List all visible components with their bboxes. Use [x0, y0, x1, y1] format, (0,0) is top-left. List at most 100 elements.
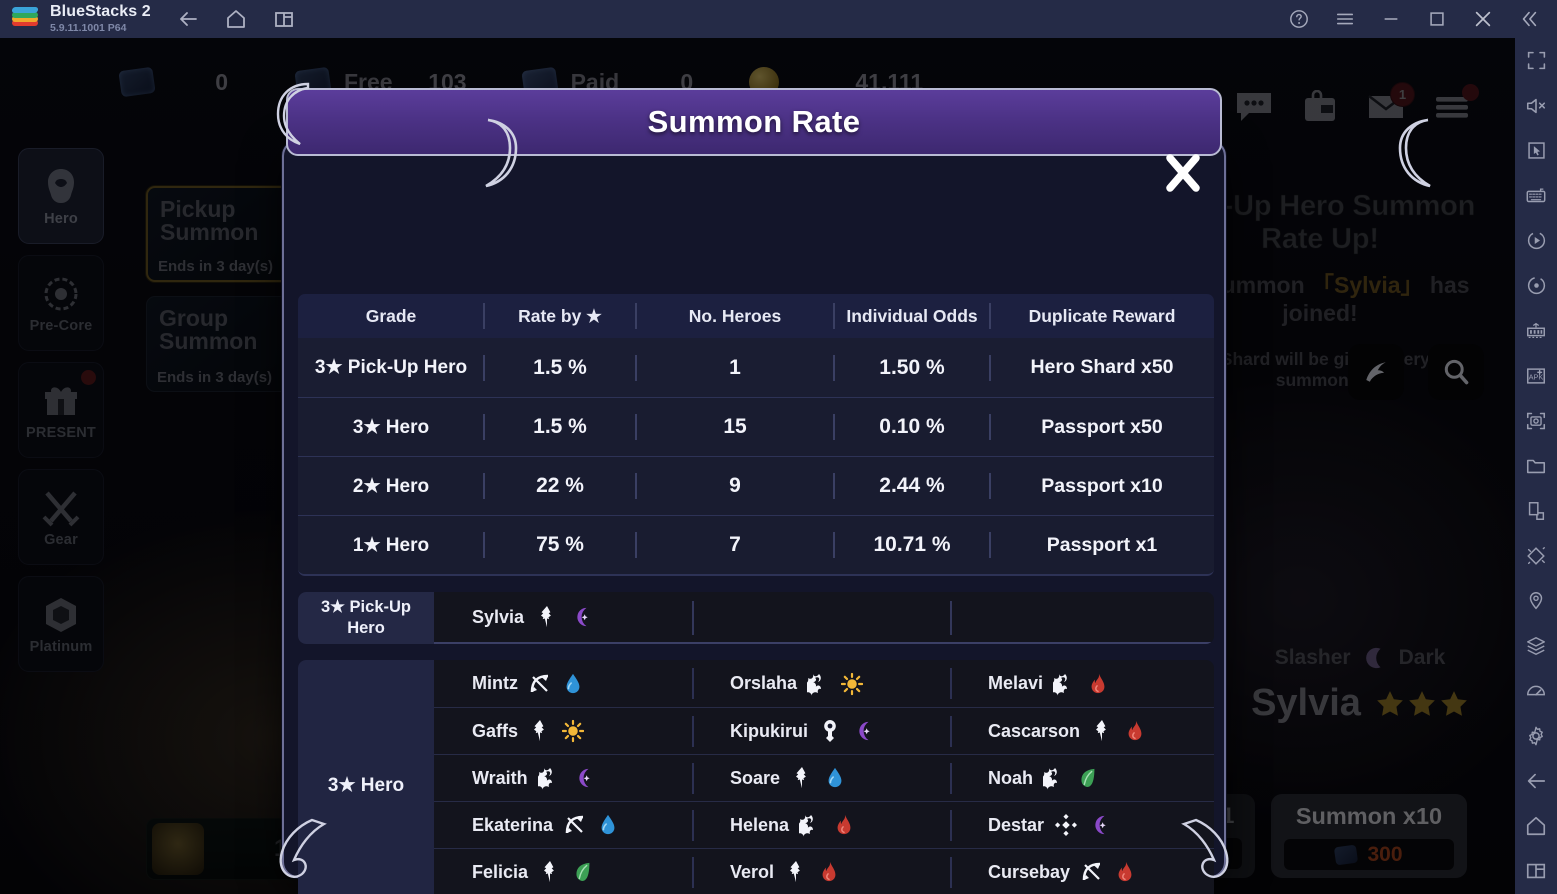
- page-title: Summon Rate: [647, 104, 861, 139]
- hero-entry[interactable]: Mintz: [434, 660, 692, 707]
- element-fire-icon: [1124, 719, 1146, 743]
- fullscreen-tool[interactable]: [1515, 38, 1557, 83]
- window-controls: [1289, 9, 1539, 29]
- screen-root: Hero Pre-Core PRESENT Gear: [0, 0, 1557, 894]
- hero-entry[interactable]: Melavi: [950, 660, 1208, 707]
- element-water-icon: [562, 672, 584, 696]
- back-tool[interactable]: [1515, 759, 1557, 804]
- cell-odds: 1.50 %: [834, 356, 990, 380]
- rate-table-header: Grade Rate by ★ No. Heroes Individual Od…: [298, 294, 1214, 338]
- class-slasher-icon: [784, 860, 808, 884]
- hero-name: Soare: [730, 767, 781, 788]
- performance-tool[interactable]: [1515, 669, 1557, 714]
- game-viewport: Hero Pre-Core PRESENT Gear: [0, 38, 1515, 894]
- modal-body: Grade Rate by ★ No. Heroes Individual Od…: [282, 140, 1226, 894]
- hero-row: Mintz Orslaha Melavi: [434, 660, 1214, 707]
- hero-entry[interactable]: Gaffs: [434, 708, 692, 754]
- screenshot-tool[interactable]: [1515, 398, 1557, 443]
- rate-table-rows: 3★ Pick-Up Hero 1.5 % 1 1.50 % Hero Shar…: [298, 338, 1214, 576]
- hero-entry[interactable]: Soare: [692, 755, 950, 801]
- hero-name: Ekaterina: [472, 814, 554, 835]
- cell-rate: 1.5 %: [484, 356, 636, 380]
- table-row: 1★ Hero 75 % 7 10.71 % Passport x1: [298, 515, 1214, 574]
- layers-tool[interactable]: [1515, 624, 1557, 669]
- hero-entry[interactable]: Cursebay: [950, 849, 1208, 894]
- element-fire-icon: [1114, 860, 1136, 884]
- shake-tool[interactable]: [1515, 534, 1557, 579]
- install-apk-tool[interactable]: APK: [1515, 353, 1557, 398]
- hamburger-icon[interactable]: [1335, 9, 1355, 29]
- recents-tool[interactable]: [1515, 849, 1557, 894]
- cell-reward: Passport x10: [990, 475, 1214, 498]
- settings-tool[interactable]: [1515, 714, 1557, 759]
- hero-name: Noah: [988, 767, 1033, 788]
- cursor-tool[interactable]: [1515, 128, 1557, 173]
- hero-entry[interactable]: Destar: [950, 802, 1208, 848]
- class-slasher-icon: [528, 719, 552, 743]
- rotate-tool[interactable]: [1515, 488, 1557, 533]
- multi-window-icon[interactable]: [273, 8, 295, 30]
- close-icon[interactable]: [1473, 9, 1493, 29]
- element-water-icon: [824, 766, 846, 790]
- hero-entry[interactable]: Verol: [692, 849, 950, 894]
- hero-entry[interactable]: Kipukirui: [692, 708, 950, 754]
- location-tool[interactable]: [1515, 579, 1557, 624]
- hero-entry-empty: [950, 592, 1208, 642]
- hero-name: Cursebay: [988, 861, 1071, 882]
- class-slasher-icon: [1090, 719, 1114, 743]
- element-light-icon: [562, 719, 585, 743]
- hero-row: Gaffs Kipukirui Cascarson: [434, 707, 1214, 754]
- home-icon[interactable]: [225, 8, 247, 30]
- mute-tool[interactable]: [1515, 83, 1557, 128]
- macro-record-tool[interactable]: [1515, 263, 1557, 308]
- cell-grade: 3★ Hero: [352, 416, 430, 438]
- hero-name: Wraith: [472, 767, 528, 788]
- macro-play-tool[interactable]: [1515, 218, 1557, 263]
- hero-name: Gaffs: [472, 720, 519, 741]
- hero-entry[interactable]: Helena: [692, 802, 950, 848]
- hero-name: Cascarson: [988, 720, 1081, 741]
- app-name: BlueStacks 2: [50, 3, 151, 21]
- hero-entry[interactable]: Felicia: [434, 849, 692, 894]
- double-chevron-left-icon[interactable]: [1519, 9, 1539, 29]
- maximize-icon[interactable]: [1427, 9, 1447, 29]
- hero-entry[interactable]: Orslaha: [692, 660, 950, 707]
- cell-reward: Hero Shard x50: [990, 356, 1214, 379]
- hero-entry[interactable]: Ekaterina: [434, 802, 692, 848]
- class-caster-icon: [537, 766, 562, 790]
- pickup-section-label: 3★ Pick-Up Hero: [298, 592, 434, 644]
- class-ranger-icon: [528, 672, 552, 696]
- hero-entry[interactable]: Noah: [950, 755, 1208, 801]
- question-circle-icon[interactable]: [1289, 9, 1309, 29]
- hero-row: Wraith Soare Noah: [434, 754, 1214, 801]
- cell-count: 1: [636, 356, 834, 380]
- class-slasher-icon: [790, 766, 814, 790]
- close-modal-button[interactable]: [1160, 150, 1206, 196]
- summon-rate-modal: Grade Rate by ★ No. Heroes Individual Od…: [276, 82, 1431, 894]
- class-healer-icon: [818, 719, 842, 743]
- hero-entry[interactable]: Cascarson: [950, 708, 1208, 754]
- home-tool[interactable]: [1515, 804, 1557, 849]
- class-ranger-icon: [1080, 860, 1104, 884]
- multi-instance-tool[interactable]: [1515, 308, 1557, 353]
- element-wood-icon: [572, 860, 594, 884]
- cell-grade: 3★ Pick-Up Hero: [314, 357, 468, 378]
- arrow-left-icon[interactable]: [177, 8, 199, 30]
- titlebar-nav-buttons: [177, 8, 295, 30]
- hero-entry[interactable]: Wraith: [434, 755, 692, 801]
- element-dark-icon: [572, 766, 594, 790]
- minimize-icon[interactable]: [1381, 9, 1401, 29]
- pickup-hero-cells: Sylvia: [434, 592, 1214, 644]
- svg-text:APK: APK: [1529, 373, 1544, 382]
- media-manager-tool[interactable]: [1515, 443, 1557, 488]
- keymapping-tool[interactable]: [1515, 173, 1557, 218]
- hero-name: Felicia: [472, 861, 529, 882]
- column-header-rate: Rate by ★: [484, 306, 636, 327]
- hero-entry[interactable]: Sylvia: [434, 592, 692, 642]
- class-caster-icon: [1043, 766, 1067, 790]
- bluestacks-title-block: BlueStacks 2 5.9.11.1001 P64: [50, 3, 151, 34]
- table-row: 3★ Hero 1.5 % 15 0.10 % Passport x50: [298, 397, 1214, 456]
- element-fire-icon: [818, 860, 840, 884]
- table-row: 3★ Pick-Up Hero 1.5 % 1 1.50 % Hero Shar…: [298, 338, 1214, 397]
- column-header-odds: Individual Odds: [834, 306, 990, 327]
